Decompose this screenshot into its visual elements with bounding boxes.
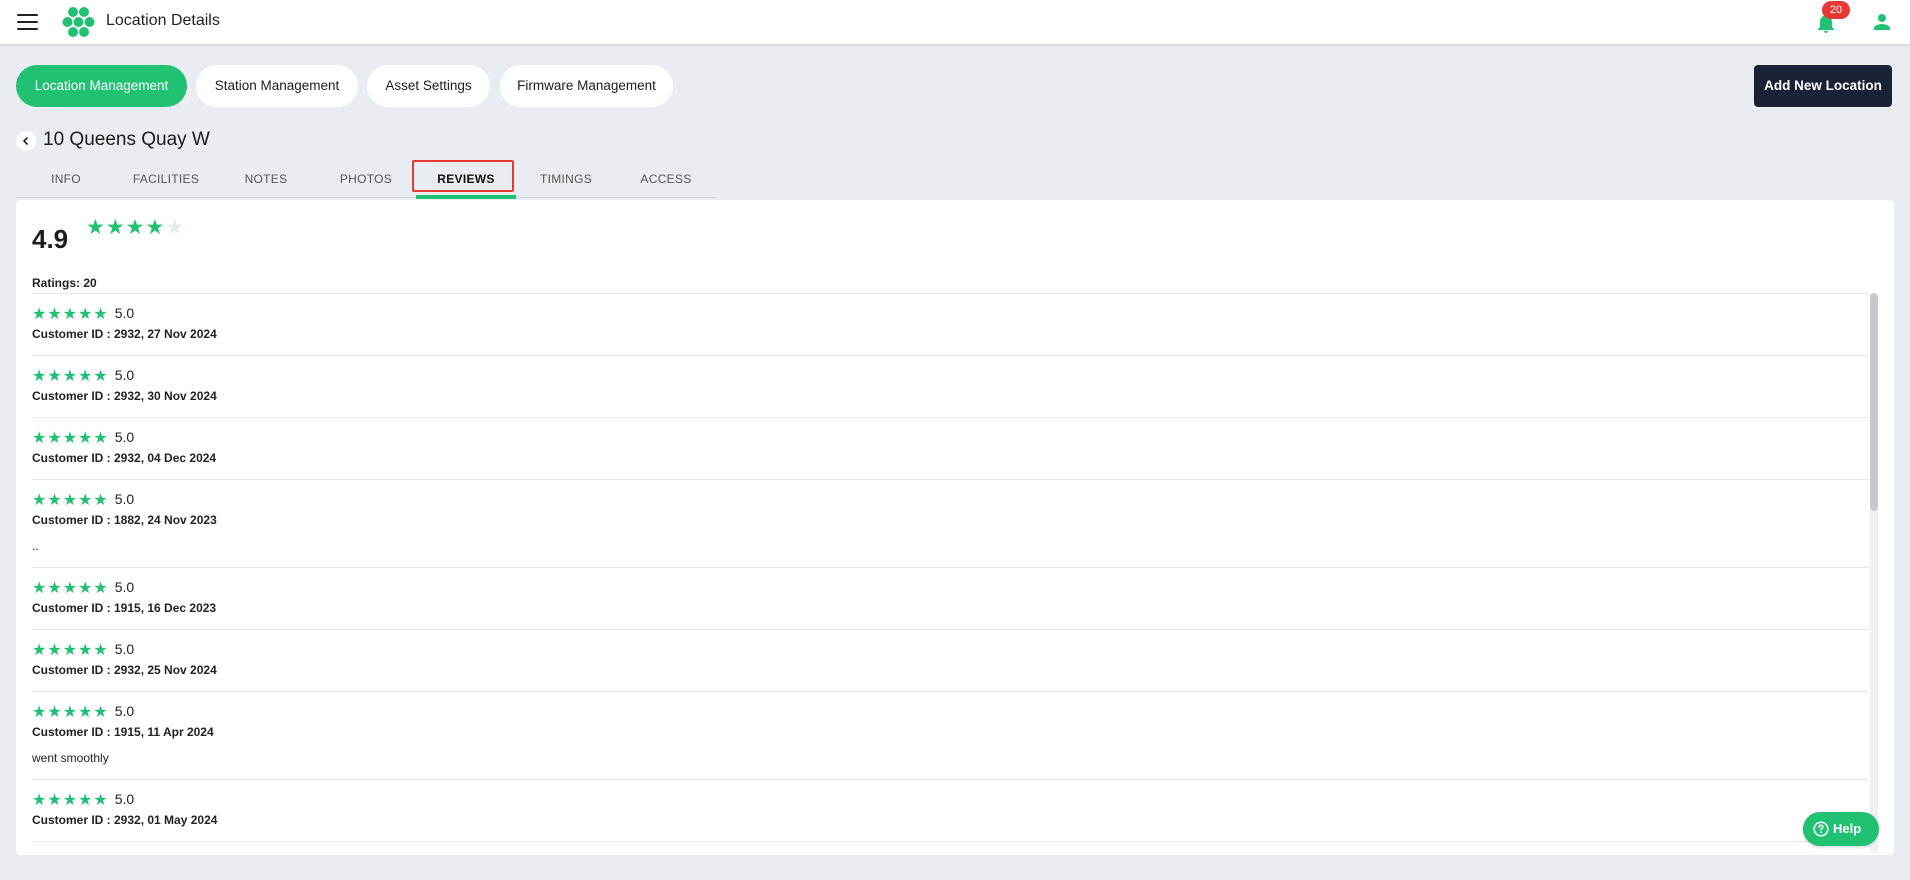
nav-location-management[interactable]: Location Management (16, 65, 187, 107)
review-score: 5.0 (114, 791, 135, 807)
tab-bar: INFO FACILITIES NOTES PHOTOS REVIEWS TIM… (16, 162, 716, 198)
rating-stars: ★★★★★ (32, 492, 109, 509)
tab-access[interactable]: ACCESS (616, 162, 716, 198)
review-score: 5.0 (114, 703, 135, 719)
star-icon: ★ (86, 216, 106, 239)
chevron-left-icon (22, 136, 29, 146)
review-meta: Customer ID : 2932, 25 Nov 2024 (32, 663, 217, 677)
review-comment: went smoothly (32, 751, 109, 765)
list-item: ★★★★★ 5.0 Customer ID : 2932, 27 Nov 2024 (32, 294, 1869, 356)
review-score: 5.0 (114, 579, 135, 595)
menu-icon[interactable] (17, 14, 38, 30)
star-icon: ★ (105, 216, 126, 239)
list-item: ★★★★★ 5.0 Customer ID : 2932, 25 Nov 2024 (32, 630, 1869, 692)
average-rating: 4.9 (32, 224, 69, 254)
nav-asset-settings[interactable]: Asset Settings (367, 65, 490, 107)
tab-reviews[interactable]: REVIEWS (416, 162, 516, 198)
user-icon[interactable] (1870, 10, 1894, 34)
rating-stars: ★★★★★ (32, 580, 109, 597)
rating-stars: ★★★★★ (32, 430, 109, 447)
tab-notes[interactable]: NOTES (216, 162, 316, 198)
review-score: 5.0 (114, 367, 135, 383)
page-title: 10 Queens Quay W (43, 129, 210, 150)
review-comment: .. (32, 539, 39, 553)
list-item: ★★★★★ 5.0 Customer ID : 1915, 16 Dec 2023 (32, 568, 1869, 630)
star-icon: ★ (145, 216, 166, 239)
nav-station-management[interactable]: Station Management (196, 65, 358, 107)
average-rating-stars: ★★★★★ (86, 214, 184, 242)
list-item: ★★★★★ 5.0 Customer ID : 2932, 30 Nov 2024 (32, 356, 1869, 418)
review-score: 5.0 (114, 641, 135, 657)
review-meta: Customer ID : 1915, 11 Apr 2024 (32, 725, 214, 739)
help-label: Help (1833, 821, 1862, 836)
ratings-count: Ratings: 20 (32, 276, 97, 290)
back-button[interactable] (16, 131, 36, 151)
nav-firmware-management[interactable]: Firmware Management (500, 65, 673, 107)
review-meta: Customer ID : 2932, 30 Nov 2024 (32, 389, 217, 403)
active-tab-indicator (416, 195, 516, 199)
rating-stars: ★★★★★ (32, 704, 109, 721)
help-button[interactable]: Help (1803, 812, 1879, 846)
list-item: ★★★★★ 5.0 Customer ID : 2932, 01 May 2024 (32, 780, 1869, 842)
review-meta: Customer ID : 2932, 27 Nov 2024 (32, 327, 217, 341)
list-item: ★★★★★ 5.0 Customer ID : 2932, 04 Dec 2024 (32, 418, 1869, 480)
add-new-location-button[interactable]: Add New Location (1754, 65, 1892, 107)
tab-timings[interactable]: TIMINGS (516, 162, 616, 198)
star-icon: ★ (125, 216, 146, 239)
review-list[interactable]: ★★★★★ 5.0 Customer ID : 2932, 27 Nov 2024… (32, 293, 1869, 855)
app-title: Location Details (106, 12, 220, 29)
help-circle-icon (1813, 821, 1829, 837)
notification-badge: 20 (1822, 1, 1850, 19)
rating-stars: ★★★★★ (32, 792, 109, 809)
rating-stars: ★★★★★ (32, 642, 109, 659)
list-item: ★★★★★ 5.0 Customer ID : 1882, 24 Nov 2023… (32, 480, 1869, 568)
reviews-card: 4.9 ★★★★★ Ratings: 20 ★★★★★ 5.0 Customer … (16, 200, 1894, 855)
review-meta: Customer ID : 2932, 01 May 2024 (32, 813, 218, 827)
scrollbar-thumb[interactable] (1870, 293, 1878, 511)
review-meta: Customer ID : 2932, 04 Dec 2024 (32, 451, 217, 465)
review-score: 5.0 (114, 305, 135, 321)
tab-facilities[interactable]: FACILITIES (116, 162, 216, 198)
list-item: ★★★★★ 5.0 Customer ID : 1915, 11 Apr 2024… (32, 692, 1869, 780)
rating-stars: ★★★★★ (32, 306, 109, 323)
rating-stars: ★★★★★ (32, 368, 109, 385)
review-score: 5.0 (114, 491, 135, 507)
star-icon: ★ (165, 216, 186, 239)
review-score: 5.0 (114, 429, 135, 445)
review-list-scrollbar[interactable] (1870, 293, 1878, 853)
logo-icon (62, 7, 95, 37)
review-meta: Customer ID : 1882, 24 Nov 2023 (32, 513, 217, 527)
review-meta: Customer ID : 1915, 16 Dec 2023 (32, 601, 217, 615)
tab-photos[interactable]: PHOTOS (316, 162, 416, 198)
top-bar: Location Details 20 (0, 0, 1910, 44)
tab-info[interactable]: INFO (16, 162, 116, 198)
